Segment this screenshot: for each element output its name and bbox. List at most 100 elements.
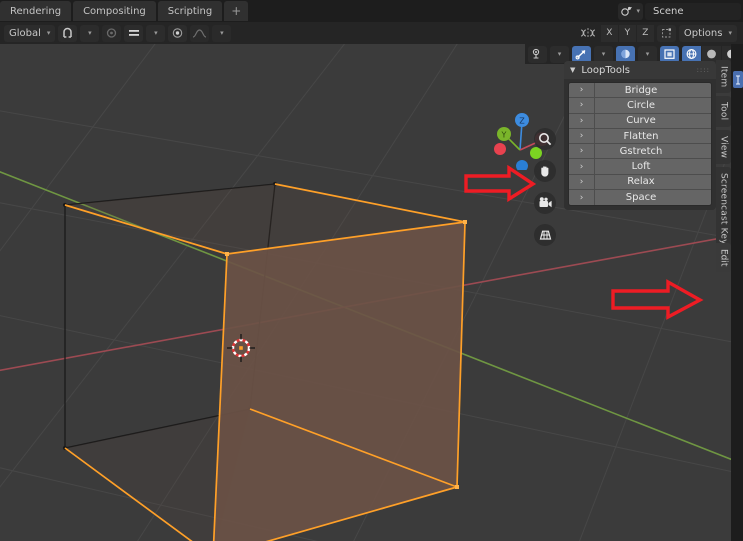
- chevron-right-icon[interactable]: ›: [569, 144, 595, 159]
- looptools-operation-label: Curve: [626, 115, 656, 127]
- mirror-axis-x-button[interactable]: X: [600, 24, 618, 42]
- sidebar-tab-view[interactable]: View: [716, 129, 731, 164]
- snapping-toggle-button[interactable]: [572, 45, 591, 63]
- looptools-row-gstretch[interactable]: › Gstretch: [569, 144, 711, 160]
- workspace-tab-label: Rendering: [10, 5, 62, 17]
- chevron-down-icon: ▾: [88, 29, 92, 37]
- chevron-down-icon: ▾: [636, 7, 640, 15]
- text-cursor-icon: [736, 75, 740, 84]
- chevron-right-icon[interactable]: ›: [569, 83, 595, 98]
- proportional-dropdown[interactable]: ▾: [638, 45, 657, 63]
- top-bar-right: ▾ Scene: [618, 2, 743, 20]
- looptools-row-circle[interactable]: › Circle: [569, 98, 711, 114]
- snap-options-dropdown[interactable]: ▾: [80, 24, 100, 42]
- axis-label: X: [606, 28, 613, 38]
- gizmo-neg-z-ball: [516, 160, 528, 172]
- mirror-button[interactable]: [579, 25, 598, 42]
- mesh-select-mode-button[interactable]: [124, 24, 144, 42]
- workspace-tab-rendering[interactable]: Rendering: [0, 1, 72, 21]
- header-right-group: X Y Z Options ▾: [579, 24, 739, 42]
- looptools-operation-label: Space: [625, 192, 657, 204]
- chevron-right-icon[interactable]: ›: [569, 174, 595, 190]
- add-workspace-button[interactable]: +: [224, 1, 249, 21]
- chevron-right-icon[interactable]: ›: [569, 113, 595, 128]
- toggle-perspective-button[interactable]: [534, 224, 556, 246]
- looptools-row-space[interactable]: › Space: [569, 190, 711, 206]
- chevron-down-icon: ▾: [220, 29, 224, 37]
- chevron-right-icon[interactable]: ›: [569, 159, 595, 174]
- looptools-panel-header[interactable]: ▼ LoopTools ::::: [564, 61, 716, 79]
- proportional-editing-toggle[interactable]: [616, 45, 635, 63]
- select-mode-dropdown[interactable]: ▾: [146, 24, 166, 42]
- sidebar-tab-item[interactable]: Item: [716, 60, 731, 94]
- snap-toggle-button[interactable]: [58, 24, 78, 42]
- snap-vertex-icon: [661, 28, 671, 38]
- proportional-edit-toggle[interactable]: [102, 24, 122, 42]
- orientation-label: Global: [9, 27, 41, 39]
- toggle-xray-icon: [664, 49, 675, 59]
- magnet-icon: [63, 27, 73, 38]
- sidebar-tab-label: Screencast Keys: [718, 172, 729, 250]
- chevron-down-icon: ▾: [557, 50, 562, 58]
- chevron-right-icon[interactable]: ›: [569, 190, 595, 206]
- pan-button[interactable]: [534, 160, 556, 182]
- mirror-axis-y-button[interactable]: Y: [618, 24, 636, 42]
- wireframe-shading-button[interactable]: [682, 45, 701, 63]
- selected-face: [213, 222, 465, 541]
- looptools-row-relax[interactable]: › Relax: [569, 174, 711, 191]
- sidebar-tab-edit[interactable]: Edit: [716, 243, 731, 273]
- looptools-row-curve[interactable]: › Curve: [569, 113, 711, 129]
- triangle-down-icon: ▼: [570, 66, 576, 74]
- looptools-row-bridge[interactable]: › Bridge: [569, 83, 711, 99]
- options-dropdown[interactable]: Options ▾: [678, 24, 737, 42]
- looptools-row-flatten[interactable]: › Flatten: [569, 128, 711, 145]
- smooth-falloff-icon: [193, 29, 207, 38]
- snap-arrow-icon: [575, 49, 586, 60]
- chevron-right-icon[interactable]: ›: [569, 128, 595, 144]
- arrow-pointing-to-flatten: [464, 164, 537, 203]
- toggle-xray-button[interactable]: [660, 45, 679, 63]
- scene-name-field[interactable]: Scene: [645, 2, 741, 20]
- workspace-tab-scripting[interactable]: Scripting: [157, 1, 223, 21]
- camera-view-button[interactable]: [534, 192, 556, 214]
- transform-orientation-dropdown[interactable]: Global ▾: [4, 24, 56, 42]
- chevron-down-icon: ▾: [645, 50, 650, 58]
- axis-label: Z: [642, 28, 649, 38]
- zoom-icon: [539, 133, 552, 146]
- object-visibility-button[interactable]: [528, 45, 547, 63]
- falloff-dropdown[interactable]: ▾: [212, 24, 232, 42]
- scene-datablock-selector[interactable]: ▾: [618, 2, 643, 20]
- arrow-pointing-to-edit-tab: [611, 279, 704, 320]
- chevron-down-icon: ▾: [46, 29, 51, 37]
- zoom-button[interactable]: [534, 128, 556, 150]
- workspace-tab-compositing[interactable]: Compositing: [73, 1, 156, 21]
- pivot-point-button[interactable]: [168, 24, 188, 42]
- looptools-row-loft[interactable]: › Loft: [569, 159, 711, 175]
- right-edge-strip: [731, 44, 743, 541]
- sidebar-tab-tool[interactable]: Tool: [716, 96, 731, 127]
- solid-shading-icon: [707, 49, 716, 59]
- pan-hand-icon: [541, 166, 549, 177]
- plus-icon: +: [231, 4, 242, 18]
- falloff-curve-button[interactable]: [190, 24, 210, 42]
- grip-dots-icon[interactable]: ::::: [697, 67, 710, 74]
- mirror-axis-z-button[interactable]: Z: [636, 24, 654, 42]
- wireframe-shading-icon: [686, 49, 697, 59]
- blender-window: Rendering Compositing Scripting + ▾ Scen…: [0, 0, 743, 541]
- looptools-operation-label: Flatten: [623, 130, 659, 142]
- falloff-curve-icon: [128, 30, 139, 36]
- snapping-dropdown[interactable]: ▾: [594, 45, 613, 63]
- sidebar-tab-strip: Item Tool View Screencast Keys: [716, 60, 731, 258]
- object-visibility-icon: [532, 48, 540, 59]
- gizmo-neg-x-ball: [494, 143, 506, 155]
- visibility-dropdown[interactable]: ▾: [550, 45, 569, 63]
- edge-highlight-button[interactable]: [733, 71, 743, 88]
- mirror-axis-group: X Y Z: [600, 24, 654, 42]
- looptools-operation-label: Bridge: [624, 84, 658, 96]
- workspace-tab-label: Scripting: [167, 5, 213, 17]
- sidebar-tab-screencast-keys[interactable]: Screencast Keys: [716, 166, 731, 256]
- snap-vertex-button[interactable]: [656, 24, 676, 42]
- proportional-sphere-icon: [621, 49, 630, 59]
- mirror-icon: [581, 28, 596, 38]
- chevron-right-icon[interactable]: ›: [569, 98, 595, 113]
